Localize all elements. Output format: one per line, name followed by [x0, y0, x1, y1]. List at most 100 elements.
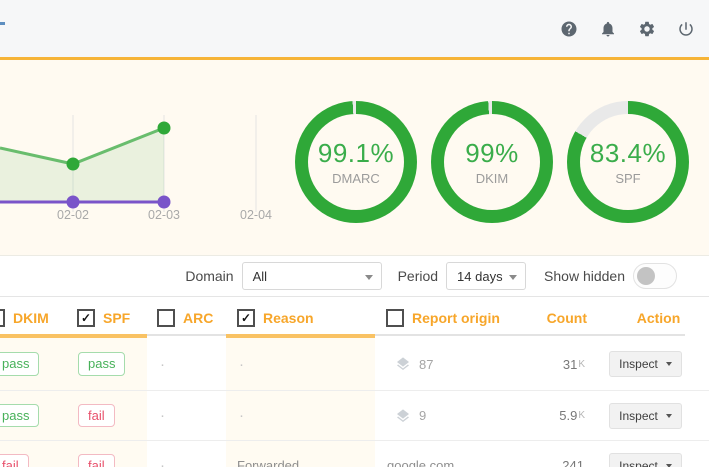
inspect-button[interactable]: Inspect: [609, 403, 682, 429]
checkbox-check-icon: ✓: [241, 312, 251, 324]
svg-text:02-02: 02-02: [57, 208, 89, 222]
top-bar: [0, 0, 709, 57]
spf-cell: pass: [70, 338, 147, 390]
arc-cell: ·: [147, 391, 226, 440]
column-header-arc: ✓ ARC: [147, 297, 226, 338]
spf-percentage: 83.4%: [590, 138, 666, 169]
dkim-cell: fail: [0, 441, 70, 467]
chevron-down-icon: [666, 464, 672, 467]
action-cell: Inspect: [600, 391, 709, 440]
domain-select-value: All: [253, 269, 267, 284]
chevron-down-icon: [666, 362, 672, 366]
column-label[interactable]: Reason: [263, 310, 314, 326]
dkim-result-badge: pass: [0, 404, 39, 428]
domain-select[interactable]: All: [242, 262, 382, 290]
column-label[interactable]: DKIM: [13, 310, 49, 326]
table-row: fail fail · Forwarded google.com 241 Ins…: [0, 440, 709, 467]
help-icon[interactable]: [560, 20, 578, 38]
column-header-reason: ✓ Reason: [226, 297, 375, 338]
action-cell: Inspect: [600, 338, 709, 390]
volume-trend-chart: 02-02 02-03 02-04: [0, 95, 290, 230]
column-header-count: Count: [530, 297, 600, 338]
dkim-percentage: 99%: [465, 138, 519, 169]
arc-checkbox[interactable]: ✓: [157, 309, 175, 327]
empty-value-dot: ·: [160, 408, 165, 423]
arc-cell: ·: [147, 441, 226, 467]
spf-cell: fail: [70, 391, 147, 440]
table-row: pass fail · · 9 5.9 K Inspect: [0, 390, 709, 440]
count-suffix: K: [578, 410, 585, 421]
cropped-logo-fragment: [0, 22, 5, 25]
arc-cell: ·: [147, 338, 226, 390]
report-origin-checkbox[interactable]: ✓: [386, 309, 404, 327]
column-header-dkim: ✓ DKIM: [0, 297, 70, 338]
dkim-cell: pass: [0, 391, 70, 440]
count-value: 5.9: [559, 408, 577, 423]
empty-value-dot: ·: [239, 408, 244, 423]
spf-result-badge: fail: [78, 454, 115, 467]
column-label[interactable]: Report origin: [412, 310, 500, 326]
count-suffix: K: [578, 359, 585, 370]
inspect-button[interactable]: Inspect: [609, 453, 682, 467]
top-bar-icon-group: [560, 20, 709, 38]
origin-count: 9: [419, 408, 426, 423]
filter-bar: Domain All Period 14 days Show hidden: [0, 256, 709, 297]
show-hidden-toggle[interactable]: [633, 263, 677, 289]
domain-filter-label: Domain: [185, 268, 233, 284]
reason-value: Forwarded: [237, 458, 299, 467]
notifications-bell-icon[interactable]: [599, 20, 617, 38]
toggle-knob: [637, 267, 655, 285]
reason-cell: ·: [226, 391, 375, 440]
settings-gear-icon[interactable]: [638, 20, 656, 38]
empty-value-dot: ·: [160, 458, 165, 467]
column-label: Count: [547, 310, 587, 326]
spf-checkbox[interactable]: ✓: [77, 309, 95, 327]
dkim-result-badge: fail: [0, 454, 29, 467]
dkim-donut-label: DKIM: [476, 171, 509, 186]
column-header-report-origin: ✓ Report origin: [375, 297, 530, 338]
header-underline: [0, 334, 709, 338]
spf-result-badge: fail: [78, 404, 115, 428]
report-origin-cell: 87: [375, 338, 530, 390]
report-origin-cell: google.com: [375, 441, 530, 467]
dkim-donut-chart: 99% DKIM: [431, 101, 553, 223]
empty-value-dot: ·: [239, 357, 244, 372]
empty-value-dot: ·: [160, 357, 165, 372]
inspect-button[interactable]: Inspect: [609, 351, 682, 377]
count-cell: 5.9 K: [530, 391, 600, 440]
svg-text:02-04: 02-04: [240, 208, 272, 222]
table-header: ✓ DKIM ✓ SPF ✓ ARC ✓ Reason ✓ Report ori…: [0, 297, 709, 338]
dashboard-charts-panel: 02-0202-0302-04 99.1% DMARC 99% DKIM 83.…: [0, 60, 709, 256]
svg-text:02-03: 02-03: [148, 208, 180, 222]
inspect-button-label: Inspect: [619, 409, 658, 423]
period-select-value: 14 days: [457, 269, 503, 284]
inspect-button-label: Inspect: [619, 357, 658, 371]
column-label[interactable]: SPF: [103, 310, 130, 326]
column-header-spf: ✓ SPF: [70, 297, 147, 338]
layers-icon: [395, 408, 411, 424]
spf-donut-chart: 83.4% SPF: [567, 101, 689, 223]
dmarc-donut-label: DMARC: [332, 171, 380, 186]
count-value: 241: [562, 458, 584, 467]
reason-cell: ·: [226, 338, 375, 390]
column-label: Action: [637, 310, 681, 326]
chevron-down-icon: [666, 414, 672, 418]
report-origin-cell: 9: [375, 391, 530, 440]
show-hidden-label: Show hidden: [544, 268, 625, 284]
reason-cell: Forwarded: [226, 441, 375, 467]
chevron-down-icon: [509, 275, 517, 280]
period-select[interactable]: 14 days: [446, 262, 526, 290]
dkim-checkbox[interactable]: ✓: [0, 309, 5, 327]
column-header-action: Action: [600, 297, 709, 338]
reason-checkbox[interactable]: ✓: [237, 309, 255, 327]
origin-count: 87: [419, 357, 433, 372]
spf-cell: fail: [70, 441, 147, 467]
table-row: pass pass · · 87 31 K Inspect: [0, 338, 709, 390]
dkim-cell: pass: [0, 338, 70, 390]
power-logout-icon[interactable]: [677, 20, 695, 38]
dkim-result-badge: pass: [0, 352, 39, 376]
count-cell: 31 K: [530, 338, 600, 390]
action-cell: Inspect: [600, 441, 709, 467]
column-label[interactable]: ARC: [183, 310, 213, 326]
layers-icon: [395, 356, 411, 372]
